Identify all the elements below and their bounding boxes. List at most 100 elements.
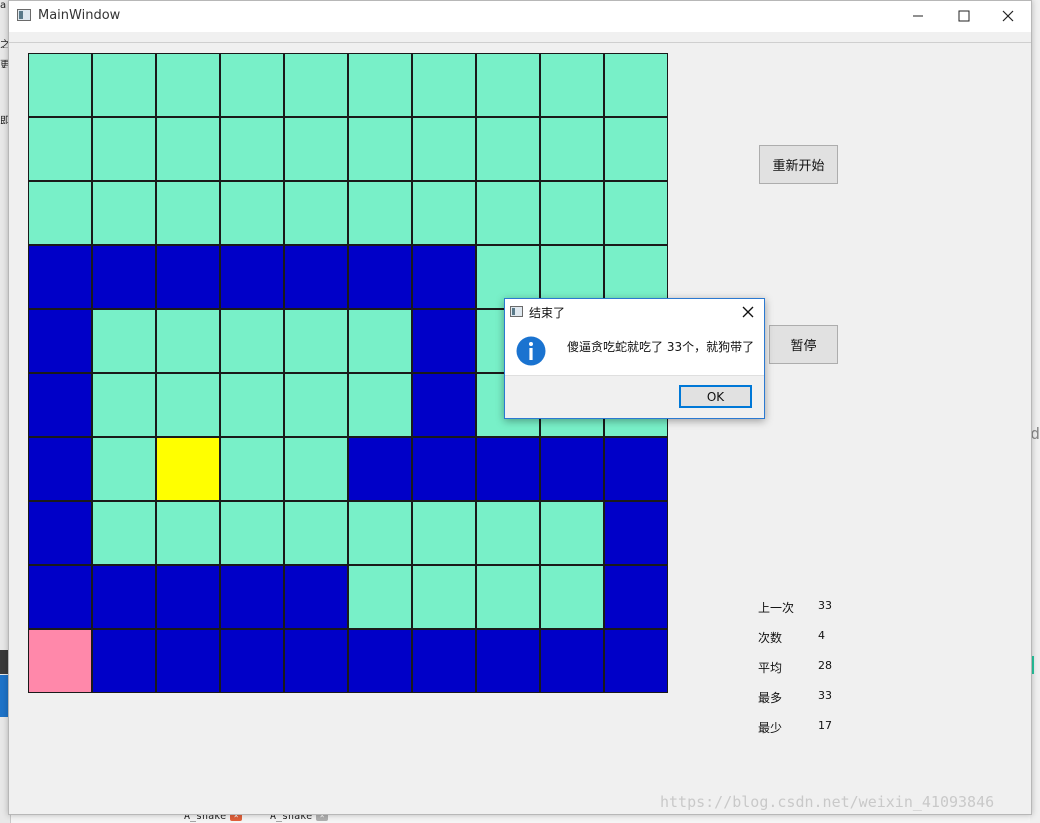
board-cell-snake-body (284, 245, 348, 309)
board-cell-empty (412, 501, 476, 565)
board-cell-snake-body (156, 629, 220, 693)
board-cell-empty (476, 565, 540, 629)
maximize-icon (958, 10, 970, 22)
board-cell-snake-body (476, 629, 540, 693)
board-cell-empty (92, 309, 156, 373)
board-cell-empty (92, 501, 156, 565)
board-cell-empty (284, 117, 348, 181)
board-cell-snake-body (92, 565, 156, 629)
board-cell-empty (540, 53, 604, 117)
board-cell-snake-body (412, 629, 476, 693)
board-cell-empty (220, 309, 284, 373)
board-cell-snake-body (220, 245, 284, 309)
window-title: MainWindow (38, 8, 121, 23)
board-cell-empty (540, 565, 604, 629)
watermark: https://blog.csdn.net/weixin_41093846 (660, 793, 995, 811)
minimize-icon (913, 15, 923, 17)
pause-button[interactable]: 暂停 (769, 325, 838, 364)
board-cell-snake-body (220, 629, 284, 693)
board-cell-empty (540, 117, 604, 181)
board-cell-snake-body (92, 629, 156, 693)
board-cell-empty (156, 309, 220, 373)
board-cell-snake-body (28, 501, 92, 565)
board-cell-snake-body (348, 629, 412, 693)
board-cell-empty (220, 181, 284, 245)
dialog-close-button[interactable] (738, 302, 758, 322)
board-cell-empty (92, 181, 156, 245)
board-cell-empty (284, 181, 348, 245)
board-cell-empty (348, 501, 412, 565)
close-icon (1002, 10, 1014, 22)
background-accent-line (1032, 656, 1034, 674)
board-cell-empty (284, 53, 348, 117)
restart-button[interactable]: 重新开始 (759, 145, 838, 184)
board-cell-empty (156, 53, 220, 117)
menubar-divider (9, 42, 1031, 43)
board-cell-empty (284, 373, 348, 437)
board-cell-snake-body (156, 245, 220, 309)
stat-value: 4 (818, 629, 825, 642)
app-icon (17, 9, 31, 21)
board-cell-empty (412, 117, 476, 181)
board-cell-empty (156, 501, 220, 565)
board-cell-snake-body (348, 437, 412, 501)
board-cell-food (156, 437, 220, 501)
stat-value: 17 (818, 719, 832, 732)
board-cell-empty (412, 181, 476, 245)
board-cell-empty (604, 181, 668, 245)
board-cell-empty (476, 181, 540, 245)
title-bar: MainWindow (9, 1, 1031, 32)
board-cell-snake-body (28, 309, 92, 373)
board-cell-snake-body (476, 437, 540, 501)
info-icon (516, 336, 546, 366)
minimize-button[interactable] (895, 1, 941, 31)
close-button[interactable] (985, 1, 1031, 31)
board-cell-snake-body (92, 245, 156, 309)
board-cell-empty (348, 565, 412, 629)
board-cell-empty (220, 437, 284, 501)
board-cell-empty (348, 53, 412, 117)
board-cell-empty (412, 565, 476, 629)
board-cell-empty (476, 117, 540, 181)
board-cell-snake-body (412, 309, 476, 373)
board-cell-snake-body (412, 245, 476, 309)
stat-label: 最少 (758, 721, 783, 735)
board-cell-snake-body (348, 245, 412, 309)
dialog-footer: OK (505, 375, 764, 418)
board-cell-empty (604, 117, 668, 181)
close-icon (742, 306, 754, 318)
board-cell-snake-body (604, 629, 668, 693)
board-cell-empty (92, 373, 156, 437)
board-cell-snake-body (540, 629, 604, 693)
board-cell-snake-body (604, 565, 668, 629)
board-cell-empty (156, 181, 220, 245)
board-cell-empty (540, 181, 604, 245)
board-cell-snake-body (28, 565, 92, 629)
dialog-body: 傻逼贪吃蛇就吃了 33个，就狗带了 (505, 325, 764, 375)
board-cell-snake-body (412, 437, 476, 501)
board-cell-snake-head (28, 629, 92, 693)
board-cell-empty (220, 117, 284, 181)
board-cell-snake-body (220, 565, 284, 629)
dialog-title-bar: 结束了 (505, 299, 764, 325)
board-cell-empty (348, 181, 412, 245)
board-cell-snake-body (28, 373, 92, 437)
board-cell-empty (92, 437, 156, 501)
board-cell-snake-body (284, 565, 348, 629)
board-cell-empty (28, 117, 92, 181)
board-cell-snake-body (28, 437, 92, 501)
board-cell-snake-body (604, 501, 668, 565)
board-cell-empty (28, 181, 92, 245)
board-cell-empty (604, 53, 668, 117)
maximize-button[interactable] (941, 1, 987, 31)
ok-button[interactable]: OK (679, 385, 752, 408)
stat-label: 平均 (758, 661, 783, 675)
dialog-title: 结束了 (529, 306, 566, 320)
board-cell-snake-body (412, 373, 476, 437)
board-cell-empty (412, 53, 476, 117)
board-cell-empty (220, 501, 284, 565)
board-cell-empty (284, 501, 348, 565)
stat-label: 次数 (758, 631, 783, 645)
board-cell-empty (28, 53, 92, 117)
board-cell-snake-body (156, 565, 220, 629)
